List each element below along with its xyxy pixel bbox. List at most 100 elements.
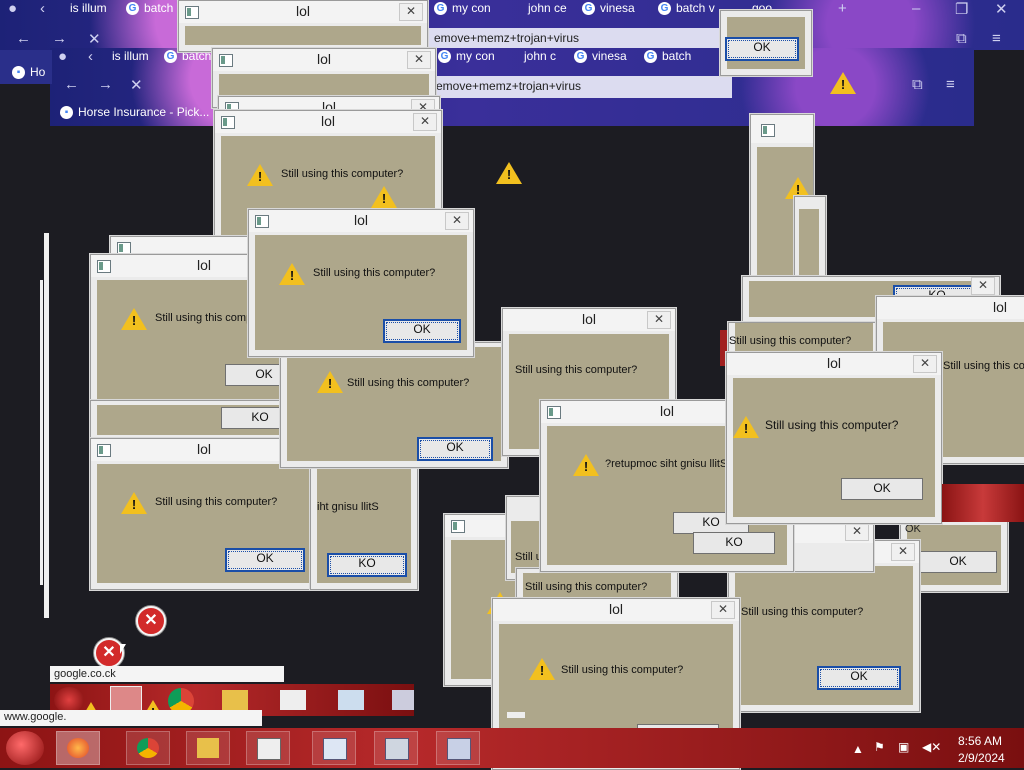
back-chevron-icon[interactable]: ‹ — [40, 0, 45, 17]
browser-tab[interactable]: Gvinesa — [570, 48, 633, 67]
window-edge — [40, 280, 43, 585]
browser-tab[interactable]: ▪ Ho — [8, 64, 51, 83]
firefox-icon — [67, 738, 89, 758]
taskbar-chrome[interactable] — [126, 731, 170, 765]
app-icon[interactable] — [280, 690, 306, 710]
dialog-message: Still using this comp — [155, 312, 253, 324]
close-button[interactable]: ✕ — [845, 523, 869, 541]
link-preview: google.co.ck — [50, 666, 284, 682]
forward-icon[interactable]: → — [52, 30, 67, 47]
close-button[interactable]: ✕ — [647, 311, 671, 329]
google-icon: G — [644, 50, 657, 63]
browser-tab[interactable]: Gbatch — [640, 48, 697, 67]
page-tab[interactable]: ▪ Horse Insurance - Pick... — [56, 104, 215, 123]
new-tab-icon[interactable]: + — [838, 0, 847, 17]
minimize-icon[interactable]: – — [912, 0, 920, 17]
ok-button[interactable]: OK — [817, 666, 901, 690]
ok-button[interactable]: KO — [327, 553, 407, 577]
start-button[interactable] — [6, 731, 44, 765]
browser-tab[interactable]: is illum — [48, 0, 113, 19]
url-bar[interactable]: emove+memz+trojan+virus — [428, 28, 730, 50]
app-icon[interactable] — [392, 690, 414, 710]
app-icon[interactable] — [338, 690, 364, 710]
dialog-title: lol — [320, 113, 335, 129]
firefox-icon[interactable]: ● — [58, 48, 67, 65]
page-icon: ▪ — [12, 66, 25, 79]
taskbar-firefox[interactable] — [56, 731, 100, 765]
stop-icon[interactable]: ✕ — [130, 76, 143, 94]
url-bar[interactable]: emove+memz+trojan+virus — [430, 76, 732, 98]
clock-date[interactable]: 2/9/2024 — [958, 751, 1005, 765]
menu-icon[interactable]: ≡ — [992, 30, 1001, 47]
show-hidden-icons[interactable]: ▲ — [852, 742, 864, 756]
explorer-icon[interactable] — [222, 690, 248, 710]
browser-tab[interactable]: john ce — [506, 0, 573, 19]
browser-tab[interactable]: Gvinesa — [578, 0, 641, 19]
message-dialog: OK — [720, 10, 812, 76]
wordpad-icon — [323, 738, 347, 760]
ok-button[interactable]: OK — [919, 551, 997, 573]
warning-icon: ! — [529, 658, 555, 680]
ok-button[interactable]: OK — [225, 548, 305, 572]
taskbar-monitor[interactable] — [374, 731, 418, 765]
back-icon[interactable]: ← — [64, 76, 79, 93]
taskbar-explorer[interactable] — [186, 731, 230, 765]
browser-tab[interactable]: Gbatch v — [654, 0, 721, 19]
restore-icon[interactable]: ❐ — [955, 0, 968, 18]
message-dialog: ! Still using this computer? OK ✕ — [280, 342, 508, 468]
warning-icon: ! — [733, 416, 759, 438]
network-icon[interactable]: ▣ — [898, 740, 909, 754]
ok-button[interactable]: OK — [725, 37, 799, 61]
browser-tab[interactable]: Gmy con — [430, 0, 497, 19]
red-glitch — [942, 484, 1024, 522]
dialog-message: Still using this computer? — [347, 377, 470, 389]
close-button[interactable]: ✕ — [399, 3, 423, 21]
forward-icon[interactable]: → — [98, 76, 113, 93]
warning-icon: ! — [121, 492, 147, 514]
close-window-icon[interactable]: ✕ — [995, 0, 1008, 18]
dialog-message: Still using this computer? — [525, 581, 648, 593]
dialog-title: lol — [316, 51, 331, 67]
error-icon: ✕ — [136, 606, 166, 636]
ok-button[interactable]: KO — [693, 532, 775, 554]
message-dialog: lol ✕ ! Still using this computer? OK — [248, 209, 474, 357]
extensions-icon[interactable]: ⧉ — [912, 76, 923, 93]
close-button[interactable]: ✕ — [407, 51, 431, 69]
taskbar-app[interactable] — [246, 731, 290, 765]
close-button[interactable]: ✕ — [913, 355, 937, 373]
warning-icon: ! — [317, 371, 343, 393]
close-button[interactable]: ✕ — [711, 601, 735, 619]
ok-button[interactable]: OK — [841, 478, 923, 500]
extensions-icon[interactable]: ⧉ — [956, 30, 967, 47]
ok-button[interactable]: OK — [417, 437, 493, 461]
window-edge — [44, 233, 49, 618]
clock-time[interactable]: 8:56 AM — [958, 734, 1002, 748]
ok-button[interactable]: OK — [383, 319, 461, 343]
volume-icon[interactable]: ◀✕ — [922, 740, 941, 754]
taskbar-wordpad[interactable] — [312, 731, 356, 765]
flag-icon[interactable]: ⚑ — [874, 740, 885, 754]
dialog-message: Still using this computer? — [281, 168, 404, 180]
folder-icon — [197, 738, 219, 758]
calculator-icon — [447, 738, 471, 760]
browser-tab[interactable]: Gmy con — [434, 48, 501, 67]
back-icon[interactable]: ← — [16, 30, 31, 47]
dialog-message: Still using this computer? — [313, 267, 436, 279]
stop-icon[interactable]: ✕ — [88, 30, 101, 48]
chrome-icon — [137, 738, 159, 758]
message-dialog: lol ✕ ! Still using this computer? OK — [726, 352, 942, 524]
menu-icon[interactable]: ≡ — [946, 76, 955, 93]
browser-tab[interactable]: Gbatch — [122, 0, 179, 19]
firefox-icon[interactable]: ● — [8, 0, 17, 17]
close-button[interactable]: ✕ — [445, 212, 469, 230]
dialog-message: Still using this computer? — [741, 606, 864, 618]
close-button[interactable]: ✕ — [971, 277, 995, 295]
google-icon: G — [434, 2, 447, 15]
warning-icon: ! — [279, 263, 305, 285]
browser-tab[interactable]: john c — [502, 48, 562, 67]
google-icon: G — [582, 2, 595, 15]
browser-tab[interactable]: is illum — [90, 48, 155, 67]
close-button[interactable]: ✕ — [413, 113, 437, 131]
taskbar-calculator[interactable] — [436, 731, 480, 765]
close-button[interactable]: ✕ — [891, 543, 915, 561]
